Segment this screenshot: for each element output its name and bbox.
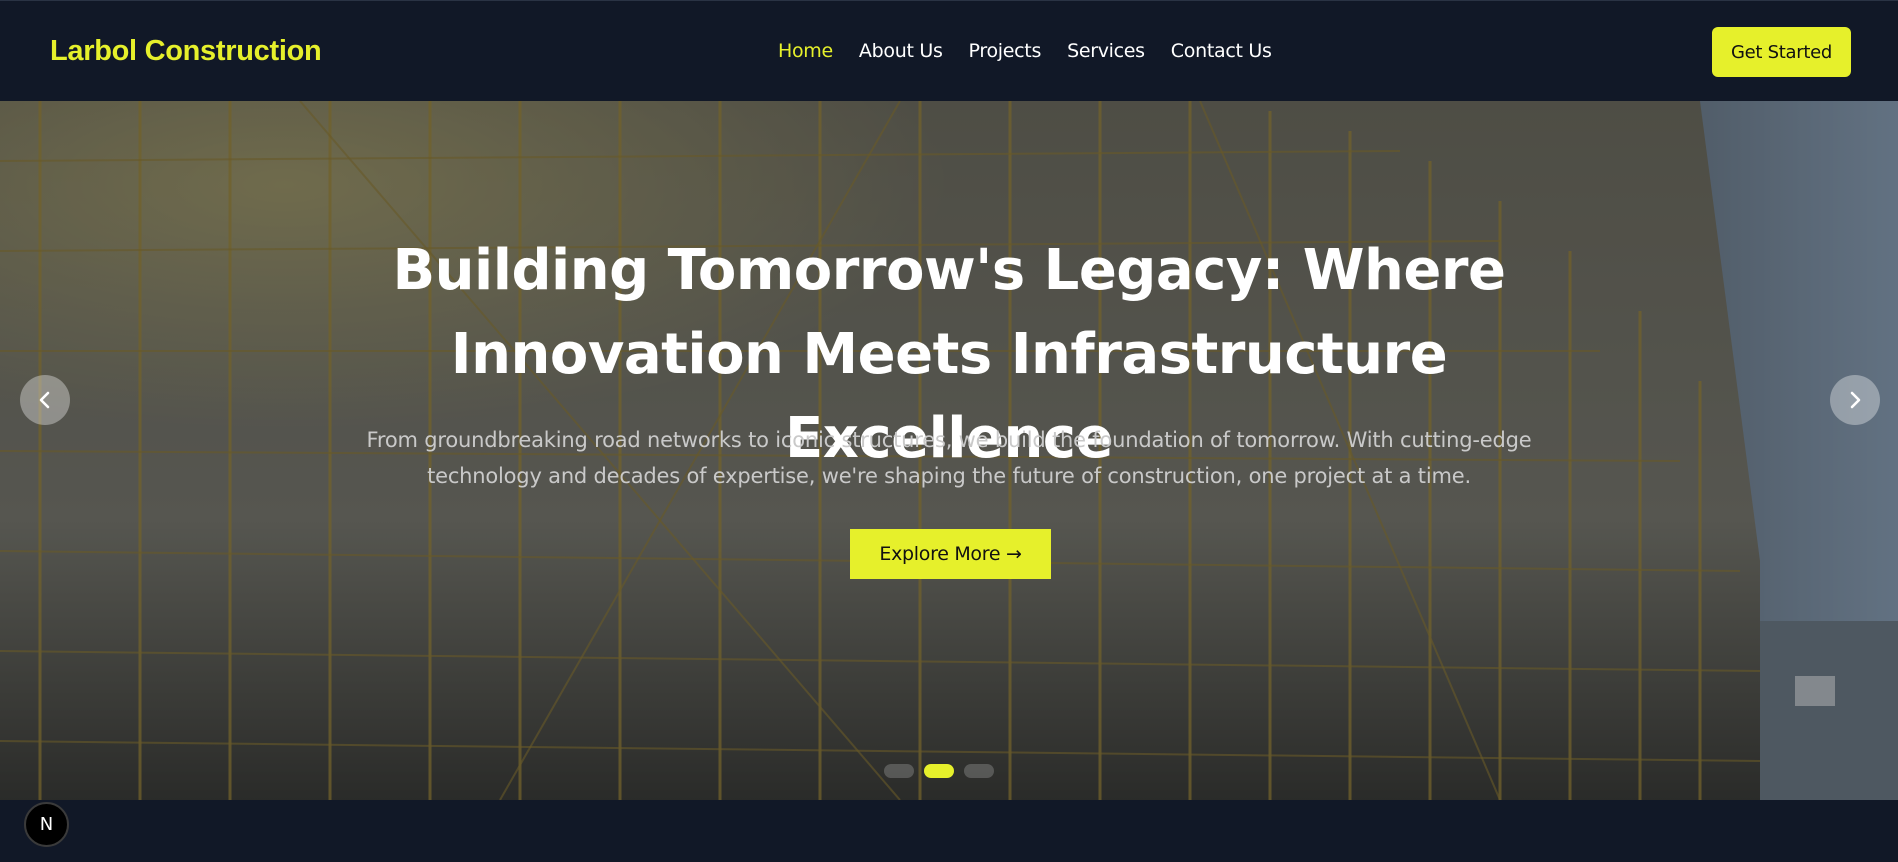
site-header: Larbol Construction Home About Us Projec… bbox=[0, 0, 1898, 101]
next-logo-icon[interactable]: N bbox=[24, 802, 69, 847]
slider-prev-button[interactable] bbox=[20, 375, 70, 425]
site-logo[interactable]: Larbol Construction bbox=[50, 35, 322, 68]
slider-next-button[interactable] bbox=[1830, 375, 1880, 425]
slider-dot-2[interactable] bbox=[924, 764, 954, 778]
hero-slider: Building Tomorrow's Legacy: Where Innova… bbox=[0, 101, 1898, 800]
page-section-below bbox=[0, 800, 1898, 862]
nav-contact-us[interactable]: Contact Us bbox=[1171, 40, 1272, 62]
slider-dots bbox=[884, 764, 994, 778]
hero-subtext: From groundbreaking road networks to ico… bbox=[366, 428, 1532, 488]
nav-home[interactable]: Home bbox=[778, 40, 833, 62]
nav-about-us[interactable]: About Us bbox=[859, 40, 943, 62]
nav-projects[interactable]: Projects bbox=[969, 40, 1042, 62]
slider-dot-1[interactable] bbox=[884, 764, 914, 778]
chevron-right-icon bbox=[1850, 391, 1861, 409]
slider-dot-3[interactable] bbox=[964, 764, 994, 778]
get-started-button[interactable]: Get Started bbox=[1712, 27, 1851, 77]
explore-more-button[interactable]: Explore More → bbox=[850, 529, 1051, 579]
chevron-left-icon bbox=[39, 391, 50, 409]
nav-services[interactable]: Services bbox=[1067, 40, 1145, 62]
main-nav: Home About Us Projects Services Contact … bbox=[778, 40, 1298, 62]
